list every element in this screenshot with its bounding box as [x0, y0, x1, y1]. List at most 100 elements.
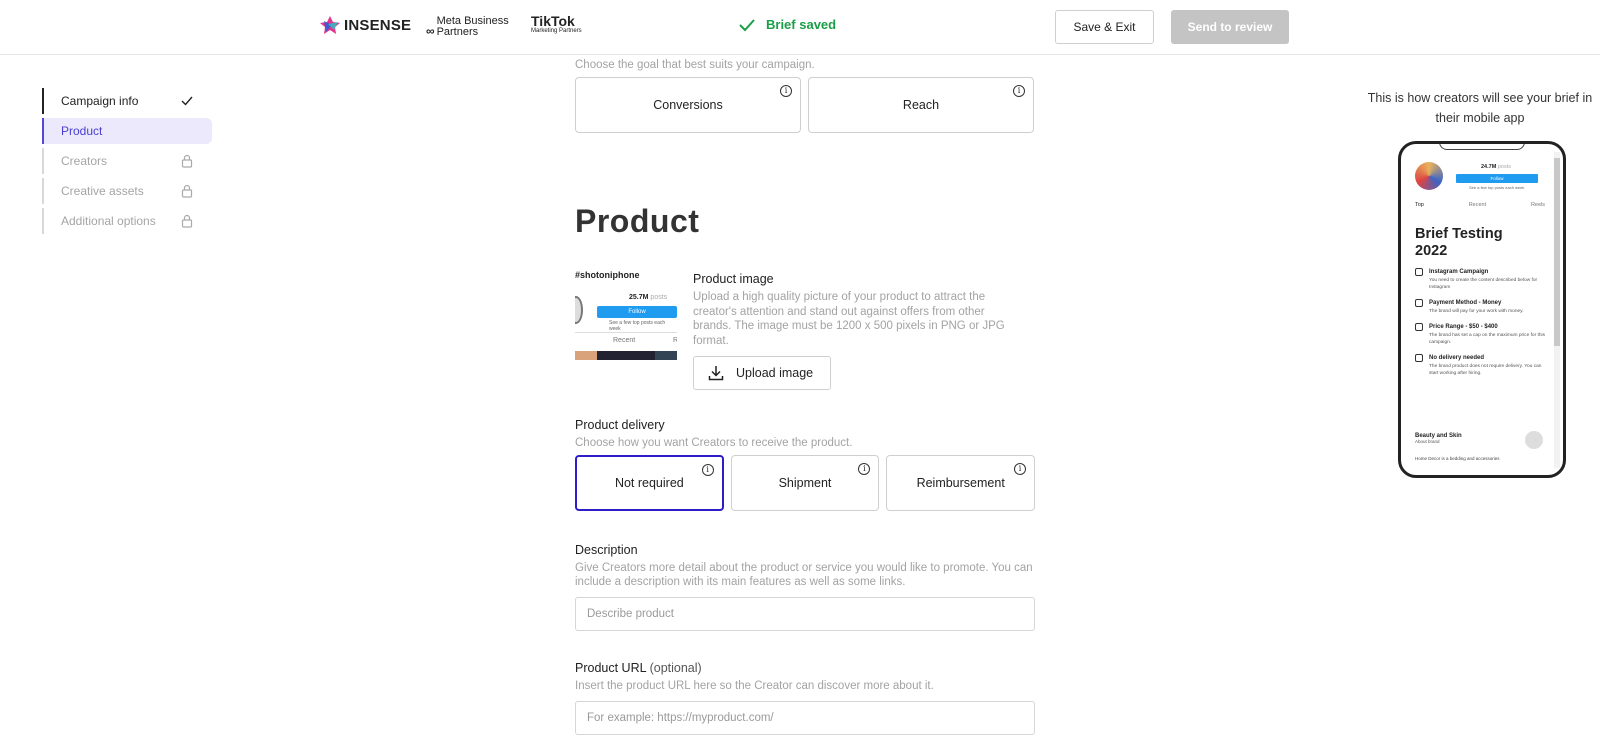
product-url-input[interactable]	[575, 701, 1035, 735]
sidebar-item-label: Product	[61, 124, 103, 138]
info-icon[interactable]: i	[1013, 85, 1025, 97]
description-input[interactable]	[575, 597, 1035, 631]
product-image-label: Product image	[693, 272, 774, 286]
meta-partners-logo: ∞Meta Business Partners	[426, 16, 523, 38]
preview-item-payment: Payment Method - Money The brand will pa…	[1415, 299, 1547, 315]
info-icon[interactable]: i	[1014, 463, 1027, 475]
brand-avatar-icon	[1525, 431, 1543, 449]
product-image-hint: Upload a high quality picture of your pr…	[693, 291, 1005, 347]
preview-sub-text: See a few top posts each week	[1469, 185, 1525, 190]
goal-option-reach[interactable]: Reach i	[808, 77, 1034, 133]
info-icon[interactable]: i	[780, 85, 792, 97]
thumb-follow-button: Follow	[597, 306, 677, 318]
goal-option-label: Reach	[902, 98, 940, 112]
product-delivery-section: Product delivery Choose how you want Cre…	[575, 418, 1036, 511]
thumb-handle: #shotoniphone	[575, 270, 640, 280]
goal-option-conversions[interactable]: Conversions i	[575, 77, 801, 133]
product-image-section: #shotoniphone 25.7M posts Follow See a f…	[575, 262, 1035, 390]
sidebar-item-creative-assets[interactable]: Creative assets	[42, 178, 212, 204]
sidebar-item-product[interactable]: Product	[42, 118, 212, 144]
instagram-icon	[1415, 268, 1423, 276]
preview-item-instagram: Instagram Campaign You need to create th…	[1415, 268, 1547, 291]
sidebar-item-creators[interactable]: Creators	[42, 148, 212, 174]
sidebar-item-label: Creators	[61, 154, 108, 168]
product-image-info: Product image Upload a high quality pict…	[693, 262, 1023, 390]
preview-category: Beauty and Skin About brand	[1415, 433, 1462, 444]
meta-infinity-icon: ∞	[426, 24, 435, 38]
preview-footer-text: Home Decor is a bedding and accessories	[1415, 456, 1500, 461]
preview-tab-top: Top	[1415, 202, 1424, 208]
thumb-tab-recent: Recent	[613, 337, 636, 344]
thumb-sub-text: See a few top posts each week	[609, 320, 666, 332]
preview-posts-word: posts	[1497, 164, 1511, 170]
insense-logo[interactable]: INSENSE	[320, 16, 411, 34]
info-icon[interactable]: i	[858, 463, 871, 475]
thumb-posts: 25.7M posts	[629, 294, 667, 301]
lock-icon	[181, 154, 193, 168]
preview-item-desc: The brand product does not require deliv…	[1429, 364, 1542, 376]
preview-caption: This is how creators will see your brief…	[1367, 91, 1593, 125]
preview-tab-recent: Recent	[1468, 202, 1487, 208]
preview-item-desc: The brand will pay for your work with mo…	[1429, 309, 1524, 314]
preview-category-sub: About brand	[1415, 439, 1440, 444]
preview-item-desc: You need to create the content described…	[1429, 278, 1538, 290]
insense-logo-text: INSENSE	[344, 16, 412, 34]
goal-hint: Choose the goal that best suits your cam…	[575, 59, 815, 71]
product-image-thumbnail: #shotoniphone 25.7M posts Follow See a f…	[575, 262, 677, 360]
goal-options: Conversions i Reach i	[575, 77, 1035, 133]
description-hint: Give Creators more detail about the prod…	[575, 562, 1033, 588]
optional-tag: (optional)	[649, 661, 702, 675]
scrollbar-thumb[interactable]	[1554, 158, 1560, 346]
brief-form: Choose the goal that best suits your cam…	[575, 55, 1036, 735]
preview-avatar	[1415, 162, 1443, 190]
thumb-tab-reels: R	[673, 337, 677, 344]
description-label: Description	[575, 543, 638, 557]
preview-item-title: No delivery needed	[1429, 355, 1485, 361]
info-icon[interactable]: i	[701, 464, 714, 476]
brief-saved-status: Brief saved	[738, 17, 836, 32]
preview-item-price: Price Range - $50 - $400 The brand has s…	[1415, 323, 1547, 346]
top-bar: INSENSE ∞Meta Business Partners TikTok M…	[0, 0, 1600, 55]
product-url-label: Product URL (optional)	[575, 661, 1035, 675]
product-delivery-label: Product delivery	[575, 418, 665, 432]
description-section: Description Give Creators more detail ab…	[575, 543, 1035, 631]
upload-image-label: Upload image	[736, 366, 814, 380]
preview-tabs: Top Recent Reels	[1415, 202, 1545, 208]
sidebar-item-additional-options[interactable]: Additional options	[42, 208, 212, 234]
delivery-option-label: Not required	[614, 476, 684, 490]
delivery-option-reimbursement[interactable]: Reimbursement i	[886, 455, 1036, 511]
product-url-section: Product URL (optional) Insert the produc…	[575, 661, 1035, 735]
preview-posts: 24.7M posts	[1481, 164, 1511, 170]
product-delivery-hint: Choose how you want Creators to receive …	[575, 437, 853, 449]
preview-item-delivery: No delivery needed The brand product doe…	[1415, 354, 1547, 377]
download-icon	[708, 366, 724, 381]
lock-icon	[181, 184, 193, 198]
product-heading: Product	[575, 203, 700, 239]
insense-star-icon	[320, 16, 340, 34]
product-url-hint: Insert the product URL here so the Creat…	[575, 680, 934, 692]
thumb-tabs: Recent R	[575, 332, 677, 346]
sidebar-item-campaign-info[interactable]: Campaign info	[42, 88, 212, 114]
check-icon	[739, 18, 755, 31]
delivery-option-shipment[interactable]: Shipment i	[730, 455, 880, 511]
delivery-option-not-required[interactable]: Not required i	[575, 455, 724, 511]
saved-status-text: Brief saved	[766, 17, 837, 32]
phone-notch	[1439, 144, 1525, 150]
meta-logo-text: Meta Business Partners	[436, 15, 509, 38]
upload-image-button[interactable]: Upload image	[693, 356, 831, 390]
thumb-image-strip	[575, 351, 677, 360]
preview-item-title: Instagram Campaign	[1429, 269, 1489, 275]
product-url-label-text: Product URL	[575, 661, 647, 675]
preview-posts-count: 24.7M	[1481, 164, 1497, 170]
preview-item-desc: The brand has set a cap on the maximum p…	[1429, 333, 1545, 345]
preview-brief-title: Brief Testing 2022	[1415, 226, 1503, 259]
thumb-posts-count: 25.7M	[629, 294, 649, 301]
send-to-review-button[interactable]: Send to review	[1171, 10, 1289, 44]
tiktok-partners-logo: TikTok Marketing Partners	[531, 14, 582, 35]
preview-follow-button: Follow	[1456, 174, 1538, 183]
preview-scrollbar[interactable]	[1554, 152, 1560, 468]
save-exit-button[interactable]: Save & Exit	[1055, 10, 1154, 44]
tiktok-logo-text: TikTok	[531, 13, 575, 29]
delivery-option-label: Reimbursement	[916, 476, 1005, 490]
mobile-preview: 24.7M posts Follow See a few top posts e…	[1398, 141, 1566, 478]
